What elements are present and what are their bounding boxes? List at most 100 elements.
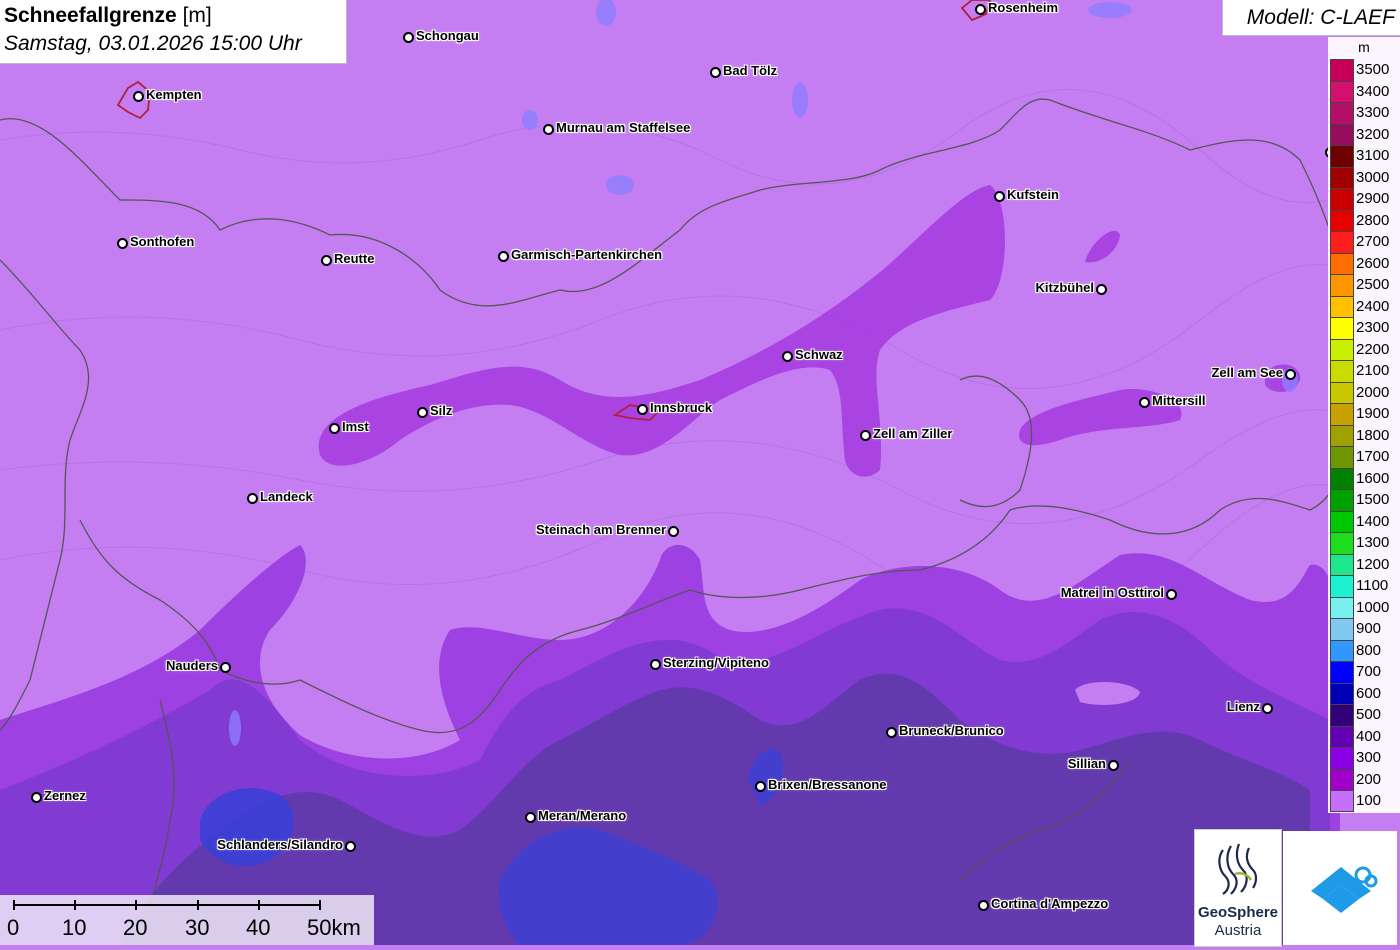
legend-value: 2000 [1356, 383, 1390, 401]
city-marker-icon [525, 812, 536, 823]
legend-value: 300 [1356, 749, 1382, 766]
city-label: Landeck [260, 489, 313, 504]
city-marker-icon [403, 32, 414, 43]
city-marker-icon [417, 407, 428, 418]
legend-swatch [1330, 360, 1354, 382]
cloud-arrow-icon [1311, 866, 1378, 913]
legend-swatch [1330, 618, 1354, 640]
legend-value: 1800 [1356, 426, 1390, 444]
legend-swatch [1330, 661, 1354, 683]
legend-value: 1400 [1356, 512, 1390, 530]
legend-value: 500 [1356, 706, 1382, 723]
city-marker-icon [994, 191, 1005, 202]
city-marker-icon [1285, 369, 1296, 380]
legend-swatch [1330, 467, 1354, 489]
legend-value: 2800 [1356, 211, 1390, 229]
city-label: Schongau [416, 28, 479, 43]
legend-swatch [1330, 704, 1354, 726]
city-marker-icon [1139, 397, 1150, 408]
geosphere-name: GeoSphere [1197, 904, 1279, 921]
city-label: Steinach am Brenner [535, 522, 666, 537]
city-label: Zernez [44, 788, 86, 803]
legend-swatch [1330, 231, 1354, 253]
legend-swatch [1330, 166, 1354, 188]
legend-value: 1900 [1356, 405, 1390, 422]
city-marker-icon [860, 430, 871, 441]
legend-labels: 3500 3400 3300 3200 3100 3000 2900 2800 2700 2600… [1356, 59, 1389, 812]
scale-label-20: 20 [123, 915, 148, 940]
geosphere-logo[interactable]: GeoSphere Austria [1194, 829, 1282, 947]
legend-value: 3000 [1356, 168, 1390, 186]
city-marker-icon [543, 124, 554, 135]
legend-unit: m [1358, 39, 1370, 55]
map-title: Schneefallgrenze [m] [4, 4, 212, 28]
legend-swatch [1330, 123, 1354, 145]
city-marker-icon [1166, 589, 1177, 600]
legend-swatch [1330, 768, 1354, 790]
legend-swatch [1330, 682, 1354, 704]
snowline-map[interactable] [0, 0, 1400, 945]
legend-swatch [1330, 317, 1354, 339]
geosphere-emblem-icon [1218, 843, 1258, 895]
city-label: Reutte [334, 251, 375, 266]
weather-app-logo[interactable] [1283, 831, 1397, 945]
legend-swatch [1330, 403, 1354, 425]
city-label: Bruneck/Brunico [899, 723, 1004, 738]
legend-swatch [1330, 532, 1354, 554]
legend-swatch [1330, 274, 1354, 296]
legend-value: 400 [1356, 727, 1382, 745]
legend-value: 3400 [1356, 82, 1390, 100]
legend-value: 1200 [1356, 555, 1390, 573]
map-title-main: Schneefallgrenze [4, 4, 177, 27]
city-marker-icon [668, 526, 679, 537]
city-marker-icon [247, 493, 258, 504]
legend-value: 1600 [1356, 469, 1390, 487]
legend-swatch [1330, 725, 1354, 747]
legend-swatches [1330, 59, 1354, 812]
city-label: Murnau am Staffelsee [556, 120, 691, 135]
legend-value: 3300 [1356, 104, 1390, 121]
legend-swatch [1330, 209, 1354, 231]
legend-swatch [1330, 252, 1354, 274]
legend-swatch [1330, 596, 1354, 618]
legend-value: 1300 [1356, 534, 1390, 551]
city-label: Nauders [165, 658, 218, 673]
city-label: Cortina d'Ampezzo [991, 896, 1109, 911]
city-label: Zell am Ziller [873, 426, 953, 441]
scale-label-40: 40 [246, 915, 271, 940]
city-label: Sterzing/Vipiteno [663, 655, 769, 670]
legend-value: 2200 [1356, 340, 1390, 358]
legend-value: 100 [1356, 792, 1382, 809]
city-marker-icon [321, 255, 332, 266]
city-label: Lienz [1226, 699, 1260, 714]
city-marker-icon [1096, 284, 1107, 295]
city-marker-icon [975, 4, 986, 15]
legend-value: 1700 [1356, 448, 1390, 465]
color-legend: m 3500 3400 3300 3200 3100 3000 2900 2800 2700 26… [1328, 37, 1400, 813]
legend-value: 2100 [1356, 362, 1390, 379]
legend-swatch [1330, 102, 1354, 124]
legend-value: 600 [1356, 684, 1382, 702]
legend-swatch [1330, 575, 1354, 597]
city-marker-icon [1262, 703, 1273, 714]
city-marker-icon [345, 841, 356, 852]
city-label: Mittersill [1152, 393, 1206, 408]
legend-swatch [1330, 381, 1354, 403]
legend-swatch [1330, 424, 1354, 446]
model-label: Modell: C-LAEF [1246, 6, 1395, 29]
title-panel: Schneefallgrenze [m] Samstag, 03.01.2026… [0, 0, 347, 64]
scale-bar: 0 10 20 30 40 50km [0, 895, 374, 945]
city-label: Bad Tölz [723, 63, 778, 78]
scale-label-50km: 50km [307, 915, 361, 940]
city-label: Garmisch-Partenkirchen [511, 247, 663, 262]
legend-swatch [1330, 510, 1354, 532]
city-label: Imst [342, 419, 369, 434]
legend-value: 2300 [1356, 319, 1390, 336]
city-label: Zell am See [1211, 365, 1283, 380]
city-marker-icon [650, 659, 661, 670]
city-marker-icon [133, 91, 144, 102]
city-label: Rosenheim [988, 0, 1059, 15]
legend-value: 1100 [1356, 577, 1389, 594]
city-marker-icon [498, 251, 509, 262]
scale-label-0: 0 [7, 915, 20, 940]
